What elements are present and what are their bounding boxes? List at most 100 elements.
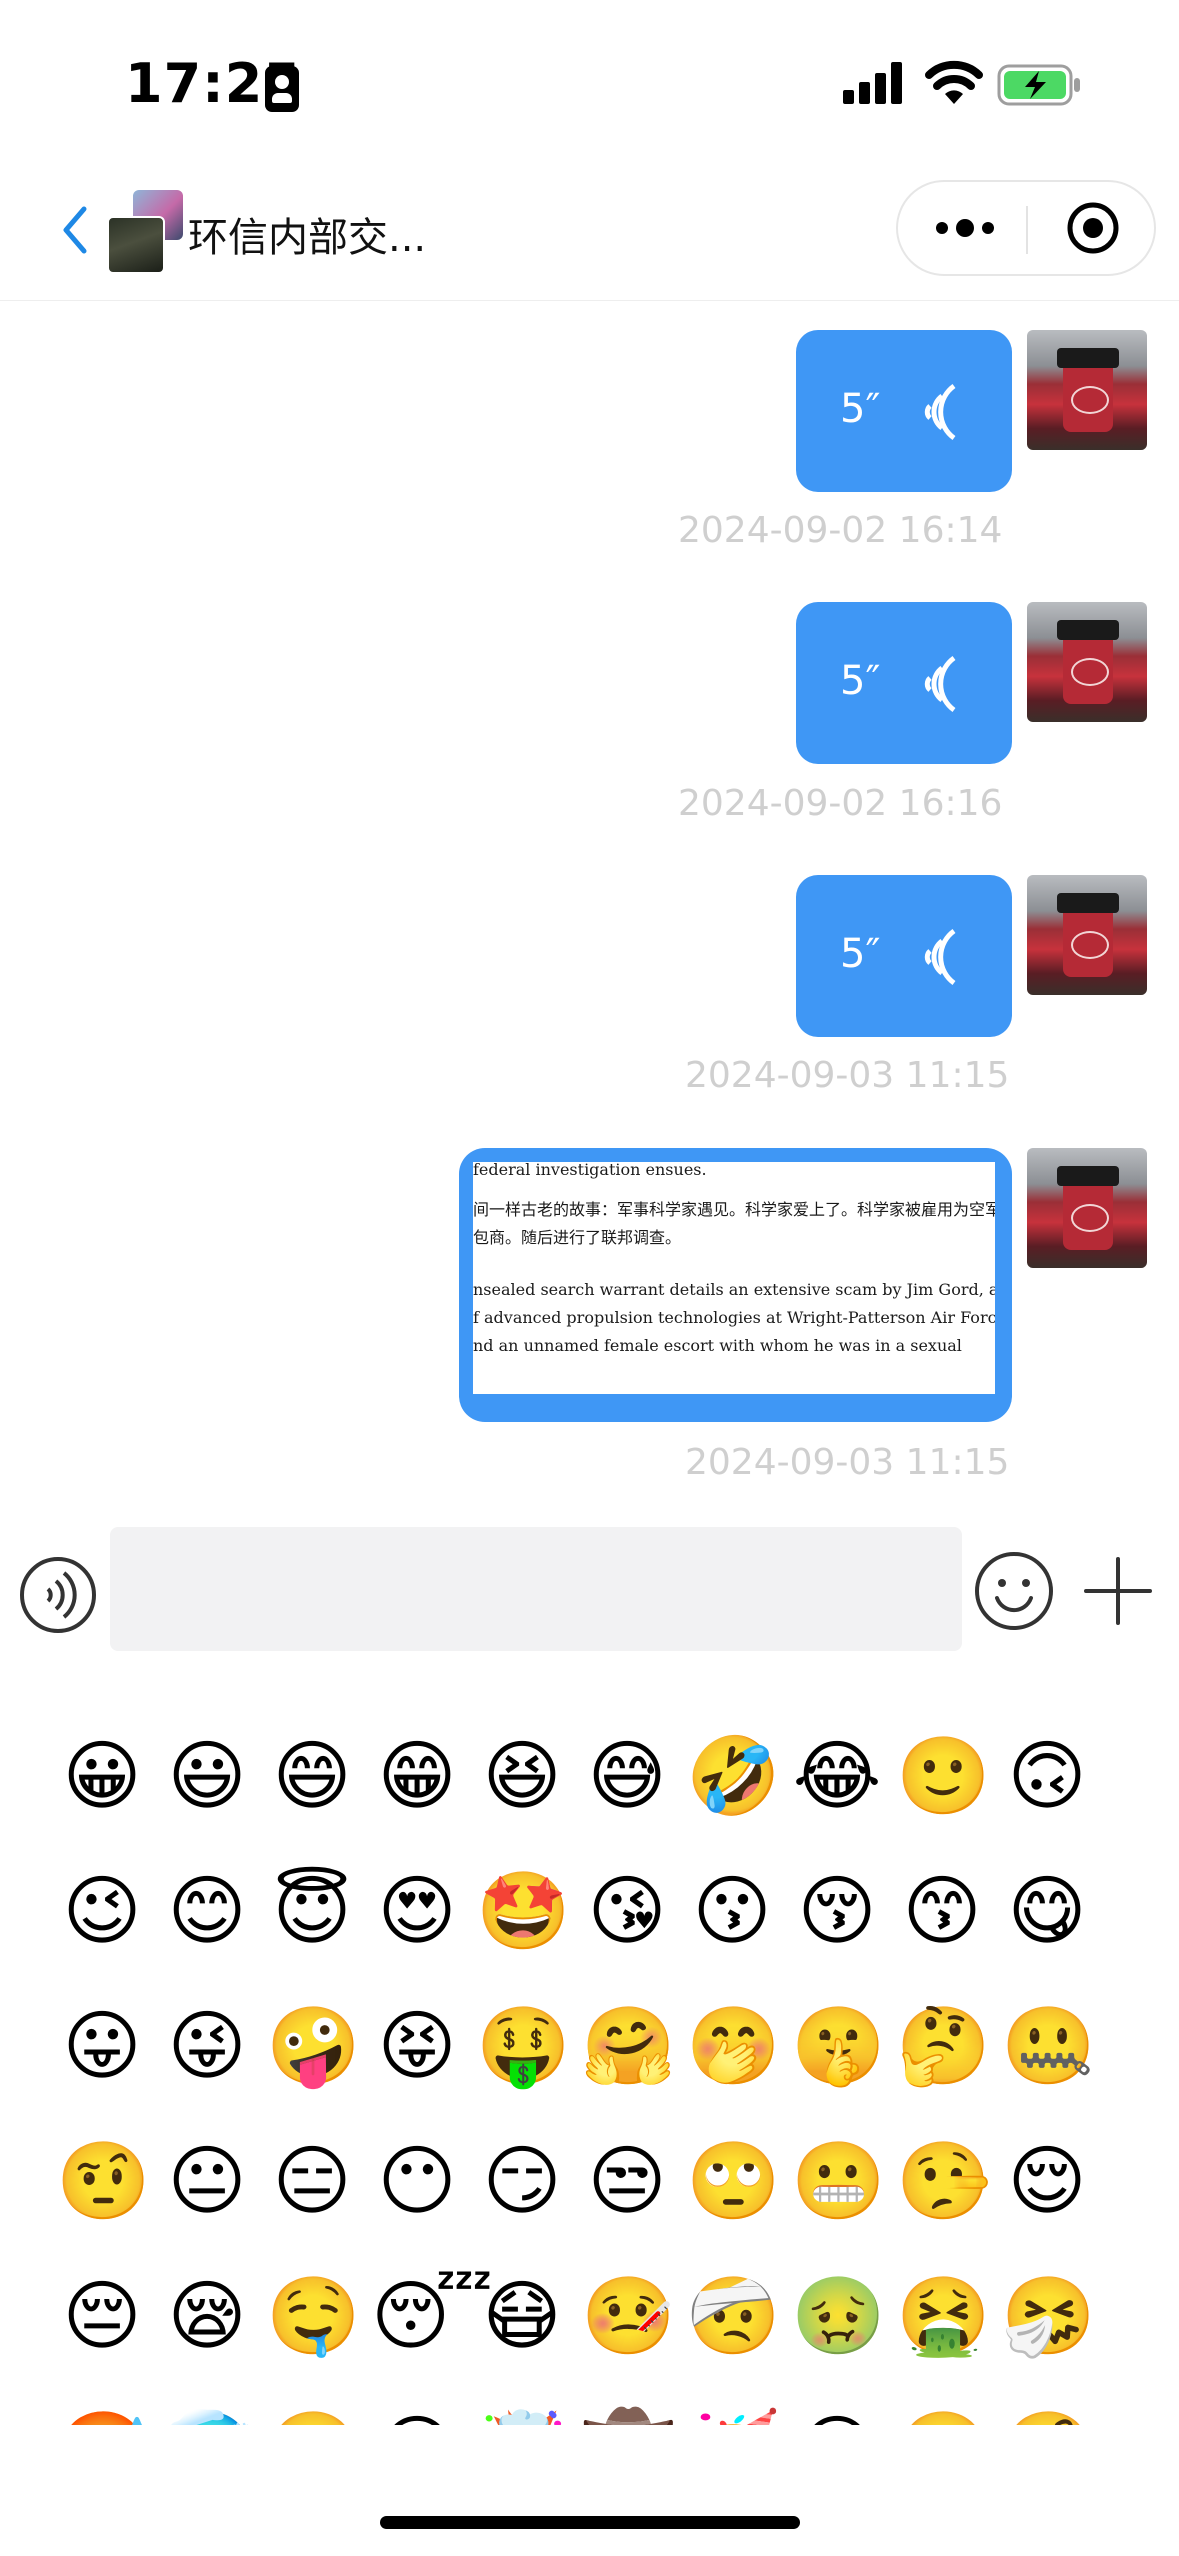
home-indicator	[380, 2516, 800, 2529]
user-avatar[interactable]	[1027, 1148, 1147, 1268]
voice-message-bubble[interactable]: 5″	[796, 602, 1012, 764]
chat-title[interactable]: 环信内部交...	[188, 205, 426, 263]
voice-wave-icon	[924, 383, 956, 441]
emoji-item[interactable]: 🤓	[896, 2405, 991, 2425]
emoji-item[interactable]: 🤪	[266, 2000, 361, 2092]
plus-icon[interactable]	[1082, 1555, 1154, 1627]
emoji-item[interactable]: 😝	[371, 2000, 463, 2092]
emoji-item[interactable]: 🤠	[581, 2405, 676, 2425]
emoji-item[interactable]: 🤫	[791, 2000, 886, 2092]
emoji-item[interactable]: 😋	[1001, 1865, 1093, 1957]
member-avatar	[107, 216, 165, 274]
emoji-item[interactable]: 😬	[791, 2135, 886, 2227]
emoji-item[interactable]: 🤗	[581, 2000, 676, 2092]
emoji-item[interactable]: 🥳	[686, 2405, 781, 2425]
emoji-item[interactable]: 😑	[266, 2135, 358, 2227]
emoji-item[interactable]: 🥵	[56, 2405, 151, 2425]
emoji-item[interactable]: 😍	[371, 1865, 463, 1957]
emoji-item[interactable]: 🧐	[1001, 2405, 1096, 2425]
emoji-panel: 😀 😃 😄 😁 😆 😅 🤣 😂 🙂 🙃 😉 😊 😇 😍 🤩 😘 😗 😚 😙 😋 😛 😜 🤪 😝 🤑 🤗 🤭 🤫 🤔 🤐 🤨 😐 😑 😶 😏 😒 🙄 😬 🤥 😌…	[0, 1700, 1179, 2425]
voice-duration: 5″	[840, 386, 881, 432]
emoji-item[interactable]: 😌	[1001, 2135, 1093, 2227]
emoji-item[interactable]: 🙂	[896, 1730, 991, 1822]
emoji-item[interactable]: 😒	[581, 2135, 673, 2227]
header-divider	[0, 300, 1179, 301]
emoji-item[interactable]: 🤑	[476, 2000, 571, 2092]
emoji-item[interactable]: 😶	[371, 2135, 463, 2227]
emoji-item[interactable]: 😀	[56, 1730, 148, 1822]
emoji-toggle-icon[interactable]	[973, 1550, 1055, 1632]
cellular-signal-icon	[843, 62, 902, 104]
image-text-line: nsealed search warrant details an extens…	[473, 1280, 995, 1299]
image-text-line: 间一样古老的故事：军事科学家遇见。科学家爱上了。科学家被雇用为空军	[473, 1200, 995, 1219]
image-text-line: f advanced propulsion technologies at Wr…	[473, 1308, 995, 1327]
message-timestamp: 2024-09-03 11:15	[685, 1442, 1010, 1483]
user-avatar[interactable]	[1027, 330, 1147, 450]
emoji-item[interactable]: 🤕	[686, 2270, 781, 2362]
group-avatar[interactable]	[105, 190, 185, 274]
emoji-item[interactable]: 🤒	[581, 2270, 676, 2362]
message-timestamp: 2024-09-02 16:14	[678, 510, 1003, 551]
more-options-icon[interactable]	[930, 208, 1000, 248]
emoji-item[interactable]: 😂	[791, 1730, 883, 1822]
emoji-item[interactable]: 😛	[56, 2000, 148, 2092]
emoji-item[interactable]: 😎	[791, 2405, 883, 2425]
emoji-item[interactable]: 😅	[581, 1730, 673, 1822]
close-miniprogram-icon[interactable]	[1065, 200, 1121, 256]
emoji-item[interactable]: 🤢	[791, 2270, 886, 2362]
voice-input-toggle-icon[interactable]	[18, 1555, 98, 1635]
emoji-item[interactable]: 😁	[371, 1730, 463, 1822]
user-avatar[interactable]	[1027, 602, 1147, 722]
emoji-item[interactable]: 🙄	[686, 2135, 781, 2227]
wifi-icon	[925, 60, 983, 104]
emoji-item[interactable]: 😐	[161, 2135, 253, 2227]
emoji-item[interactable]: 😔	[56, 2270, 148, 2362]
emoji-item[interactable]: 🤧	[1001, 2270, 1096, 2362]
emoji-item[interactable]: 🤣	[686, 1730, 781, 1822]
emoji-item[interactable]: 😙	[896, 1865, 988, 1957]
back-chevron-icon[interactable]	[60, 205, 90, 255]
emoji-item[interactable]: 🤮	[896, 2270, 991, 2362]
voice-message-bubble[interactable]: 5″	[796, 875, 1012, 1037]
message-timestamp: 2024-09-03 11:15	[685, 1055, 1010, 1096]
emoji-item[interactable]: 😪	[161, 2270, 253, 2362]
emoji-item[interactable]: 🥴	[266, 2405, 361, 2425]
emoji-item[interactable]: 😜	[161, 2000, 253, 2092]
message-input[interactable]	[110, 1527, 962, 1651]
emoji-item[interactable]: 😵	[371, 2405, 463, 2425]
image-text-line: 包商。随后进行了联邦调查。	[473, 1228, 682, 1247]
voice-message-bubble[interactable]: 5″	[796, 330, 1012, 492]
image-text-line: nd an unnamed female escort with whom he…	[473, 1336, 962, 1355]
emoji-item[interactable]: 🤨	[56, 2135, 151, 2227]
emoji-item[interactable]: 😇	[266, 1865, 358, 1957]
contact-card-icon	[265, 66, 299, 112]
emoji-item[interactable]: 😘	[581, 1865, 673, 1957]
emoji-item[interactable]: 😊	[161, 1865, 253, 1957]
emoji-item[interactable]: 😷	[476, 2270, 568, 2362]
emoji-item[interactable]: 🙃	[1001, 1730, 1093, 1822]
user-avatar[interactable]	[1027, 875, 1147, 995]
emoji-item[interactable]: 😏	[476, 2135, 568, 2227]
image-message-bubble[interactable]: federal investigation ensues. 间一样古老的故事：军…	[459, 1148, 1012, 1422]
emoji-item[interactable]: 🤩	[476, 1865, 571, 1957]
emoji-item[interactable]: 🤐	[1001, 2000, 1096, 2092]
battery-charging-icon	[997, 64, 1080, 106]
emoji-item[interactable]: 🤯	[476, 2405, 571, 2425]
emoji-item[interactable]: 😃	[161, 1730, 253, 1822]
image-preview: federal investigation ensues. 间一样古老的故事：军…	[473, 1162, 995, 1394]
emoji-item[interactable]: 😄	[266, 1730, 358, 1822]
emoji-item[interactable]: 😗	[686, 1865, 778, 1957]
voice-duration: 5″	[840, 658, 881, 704]
emoji-item[interactable]: 😴	[371, 2270, 493, 2362]
image-text-line: federal investigation ensues.	[473, 1162, 707, 1179]
emoji-item[interactable]: 🤔	[896, 2000, 991, 2092]
emoji-item[interactable]: 😉	[56, 1865, 148, 1957]
emoji-item[interactable]: 😚	[791, 1865, 883, 1957]
emoji-item[interactable]: 🤤	[266, 2270, 361, 2362]
voice-wave-icon	[924, 655, 956, 713]
emoji-item[interactable]: 🥶	[161, 2405, 256, 2425]
emoji-item[interactable]: 🤥	[896, 2135, 991, 2227]
voice-duration: 5″	[840, 931, 881, 977]
emoji-item[interactable]: 😆	[476, 1730, 568, 1822]
emoji-item[interactable]: 🤭	[686, 2000, 781, 2092]
